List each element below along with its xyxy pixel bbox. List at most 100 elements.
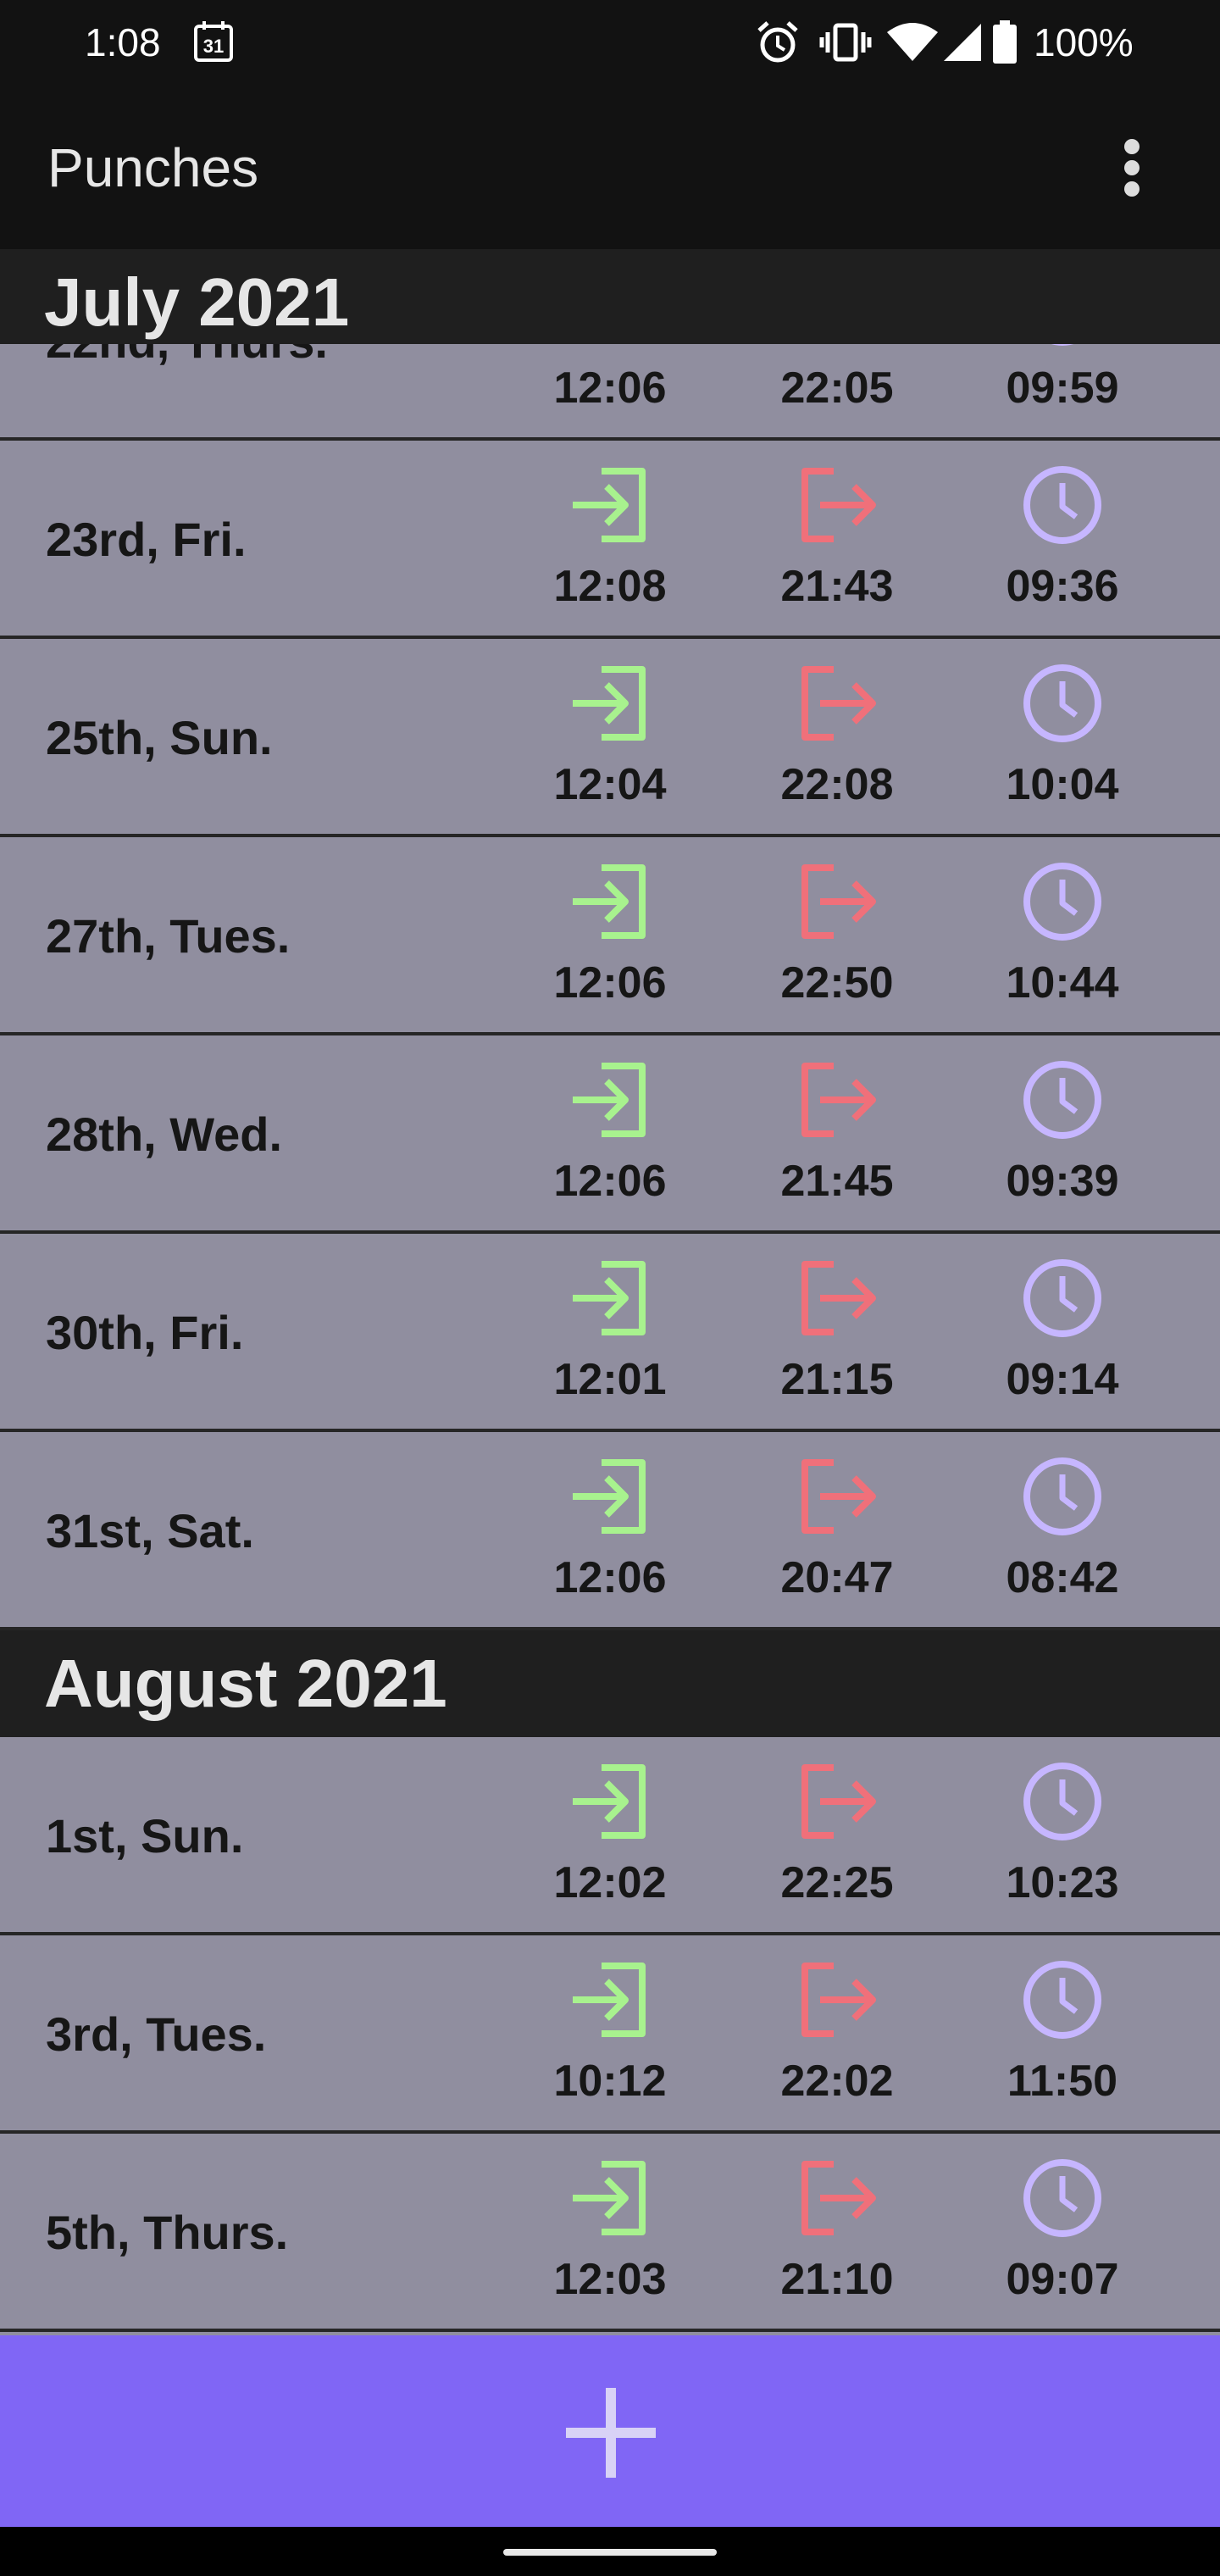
punch-in-time: 12:04 bbox=[553, 760, 667, 809]
out-cell: 21:43 bbox=[752, 464, 922, 625]
punch-out-time: 22:05 bbox=[780, 364, 894, 413]
punch-in-icon bbox=[573, 1063, 646, 1137]
clock-icon bbox=[1023, 1061, 1101, 1139]
total-time: 09:59 bbox=[1006, 364, 1119, 413]
punch-in-time: 12:03 bbox=[553, 2255, 667, 2304]
day-label: 5th, Thurs. bbox=[46, 2206, 289, 2259]
out-cell: 22:08 bbox=[752, 663, 922, 824]
day-row[interactable]: 30th, Fri. 12:01 21:15 09:14 bbox=[0, 1234, 1220, 1432]
punch-out-icon bbox=[801, 1063, 876, 1137]
battery-percent: 100% bbox=[1034, 20, 1134, 64]
day-label: 31st, Sat. bbox=[46, 1504, 254, 1557]
total-time: 10:04 bbox=[1006, 760, 1119, 809]
punch-in-time: 12:02 bbox=[553, 1858, 667, 1907]
punch-out-icon bbox=[801, 468, 876, 542]
vibrate-icon bbox=[819, 23, 872, 62]
in-cell: 12:02 bbox=[525, 1761, 695, 1922]
punch-out-time: 21:15 bbox=[780, 1355, 894, 1404]
more-vert-dot bbox=[1124, 160, 1140, 175]
day-label: 3rd, Tues. bbox=[46, 2007, 267, 2061]
day-row[interactable]: 25th, Sun. 12:04 22:08 10:04 bbox=[0, 639, 1220, 837]
day-row[interactable]: 28th, Wed. 12:06 21:45 09:39 bbox=[0, 1035, 1220, 1234]
total-time: 09:14 bbox=[1006, 1355, 1119, 1404]
total-time: 09:39 bbox=[1006, 1157, 1119, 1206]
punch-out-time: 22:02 bbox=[780, 2057, 894, 2106]
out-cell: 22:25 bbox=[752, 1761, 922, 1922]
status-time: 1:08 bbox=[85, 20, 161, 64]
day-row[interactable]: 27th, Tues. 12:06 22:50 10:44 bbox=[0, 837, 1220, 1035]
in-cell: 12:08 bbox=[525, 464, 695, 625]
punch-in-time: 12:06 bbox=[553, 1553, 667, 1602]
punch-in-time: 12:01 bbox=[553, 1355, 667, 1404]
clock-icon bbox=[1023, 1259, 1101, 1337]
punch-out-time: 21:10 bbox=[780, 2255, 894, 2304]
home-gesture-handle[interactable] bbox=[503, 2549, 717, 2556]
punch-in-time: 10:12 bbox=[553, 2057, 667, 2106]
punch-in-icon bbox=[573, 468, 646, 542]
punch-list[interactable]: July 202122nd, Thurs.12:0622:0509:5923rd… bbox=[0, 249, 1220, 2335]
total-time: 10:23 bbox=[1006, 1858, 1119, 1907]
punch-out-time: 22:50 bbox=[780, 958, 894, 1008]
punch-out-icon bbox=[801, 2161, 876, 2235]
total-time: 11:50 bbox=[1006, 2057, 1118, 2106]
day-label: 23rd, Fri. bbox=[46, 513, 247, 566]
out-cell: 21:10 bbox=[752, 2157, 922, 2318]
day-label: 1st, Sun. bbox=[46, 1809, 244, 1863]
clock-icon bbox=[1023, 2159, 1101, 2237]
wifi-icon bbox=[887, 23, 938, 61]
punch-out-time: 20:47 bbox=[780, 1553, 894, 1602]
punch-out-time: 21:45 bbox=[780, 1157, 894, 1206]
app-bar: Punches bbox=[0, 85, 1220, 249]
punch-in-time: 12:06 bbox=[553, 958, 667, 1008]
out-cell: 22:02 bbox=[752, 1959, 922, 2120]
calendar-icon: 31 bbox=[194, 21, 233, 62]
in-cell: 12:01 bbox=[525, 1257, 695, 1418]
total-cell: 09:14 bbox=[978, 1257, 1147, 1418]
punch-in-icon bbox=[573, 1963, 646, 2037]
punch-out-time: 22:25 bbox=[780, 1858, 894, 1907]
total-cell: 08:42 bbox=[978, 1456, 1147, 1617]
add-punch-button[interactable] bbox=[0, 2335, 1220, 2527]
out-cell: 22:50 bbox=[752, 861, 922, 1022]
more-options-button[interactable] bbox=[1098, 124, 1166, 212]
punch-out-icon bbox=[801, 1261, 876, 1335]
plus-icon bbox=[566, 2388, 656, 2478]
out-cell: 20:47 bbox=[752, 1456, 922, 1617]
clock-icon bbox=[1023, 1961, 1101, 2039]
punch-out-icon bbox=[801, 1459, 876, 1534]
total-time: 08:42 bbox=[1006, 1553, 1119, 1602]
sticky-month-header: July 2021 bbox=[0, 249, 1220, 344]
punch-out-icon bbox=[801, 864, 876, 939]
total-cell: 11:50 bbox=[978, 1959, 1147, 2120]
signal-icon bbox=[944, 24, 981, 61]
total-cell: 09:07 bbox=[978, 2157, 1147, 2318]
punches-screen: 1:08 31 100% Punches 12:06 22:05 09:59 2… bbox=[0, 0, 1220, 2576]
day-row[interactable]: 1st, Sun. 12:02 22:25 10:23 bbox=[0, 1737, 1220, 1935]
day-row[interactable]: 23rd, Fri. 12:08 21:43 09:36 bbox=[0, 441, 1220, 639]
punch-in-icon bbox=[573, 864, 646, 939]
in-cell: 12:06 bbox=[525, 861, 695, 1022]
day-label: 27th, Tues. bbox=[46, 909, 291, 963]
day-label: 30th, Fri. bbox=[46, 1306, 244, 1359]
app-title: Punches bbox=[47, 137, 259, 198]
clock-icon bbox=[1023, 1763, 1101, 1840]
day-row[interactable]: 5th, Thurs. 12:03 21:10 09:07 bbox=[0, 2134, 1220, 2332]
day-row[interactable]: 3rd, Tues. 10:12 22:02 11:50 bbox=[0, 1935, 1220, 2134]
navigation-bar bbox=[0, 2527, 1220, 2576]
in-cell: 12:06 bbox=[525, 1456, 695, 1617]
day-label: 28th, Wed. bbox=[46, 1108, 283, 1161]
punch-out-time: 22:08 bbox=[780, 760, 894, 809]
day-label: 25th, Sun. bbox=[46, 711, 273, 764]
clock-icon bbox=[1023, 664, 1101, 742]
punch-out-icon bbox=[801, 1764, 876, 1839]
punch-out-icon bbox=[801, 1963, 876, 2037]
total-cell: 09:39 bbox=[978, 1059, 1147, 1220]
in-cell: 10:12 bbox=[525, 1959, 695, 2120]
in-cell: 12:06 bbox=[525, 1059, 695, 1220]
in-cell: 12:03 bbox=[525, 2157, 695, 2318]
day-row[interactable]: 31st, Sat. 12:06 20:47 08:42 bbox=[0, 1432, 1220, 1630]
total-time: 09:07 bbox=[1006, 2255, 1119, 2304]
out-cell: 21:15 bbox=[752, 1257, 922, 1418]
battery-icon bbox=[993, 20, 1017, 64]
punch-in-icon bbox=[573, 1764, 646, 1839]
